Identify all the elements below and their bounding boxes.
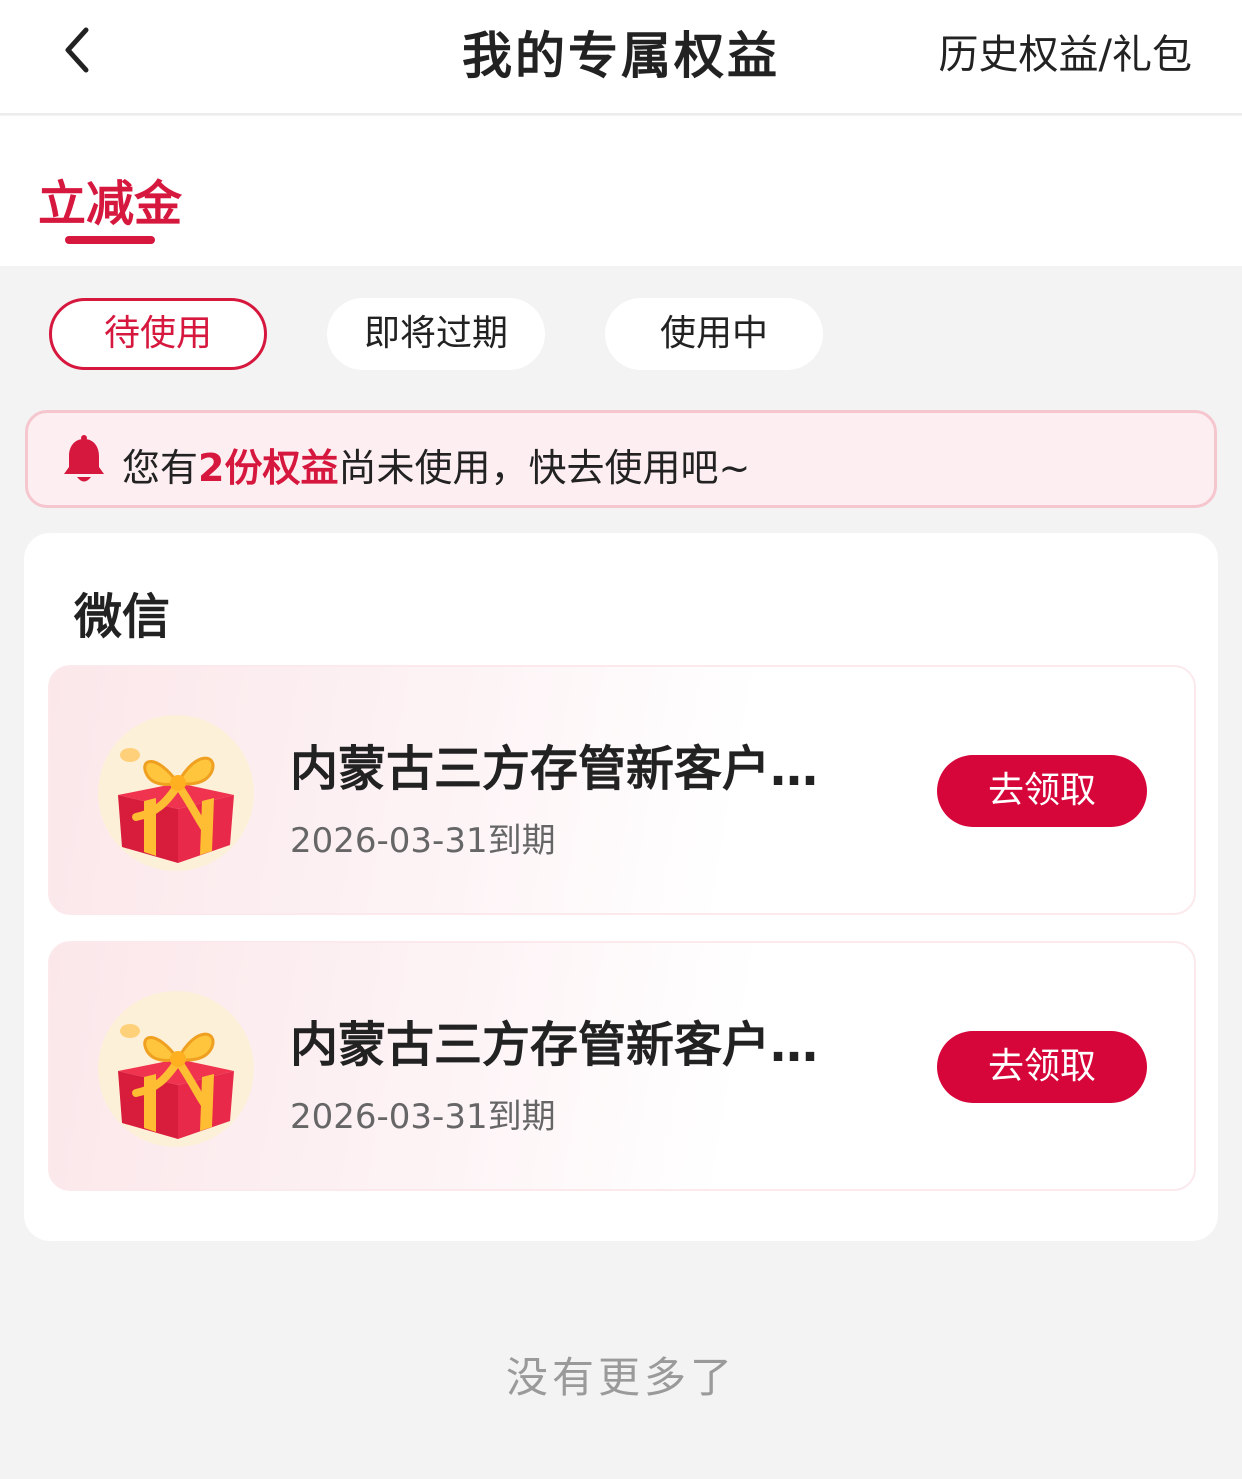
claim-button[interactable]: 去领取 [937,755,1147,827]
coupon-title: 内蒙古三方存管新客户5... [290,741,850,797]
history-benefits-link[interactable]: 历史权益/礼包 [939,22,1192,80]
coupon-item: 内蒙古三方存管新客户5... 2026-03-31到期 去领取 [48,665,1196,915]
filter-expiring-soon[interactable]: 即将过期 [327,298,545,370]
notice-highlight-count: 2份权益 [198,446,339,490]
active-tab-indicator [65,236,155,244]
coupon-title: 内蒙古三方存管新客户5... [290,1017,850,1073]
coupon-expiry-date: 2026-03-31到期 [290,821,556,861]
notice-text: 您有2份权益尚未使用，快去使用吧~ [122,437,750,492]
filter-pending-use[interactable]: 待使用 [49,298,267,370]
bell-icon [64,435,104,482]
gift-box-icon [98,715,254,871]
notice-prefix: 您有 [122,446,199,490]
no-more-text: 没有更多了 [505,1353,736,1402]
unused-benefits-notice: 您有2份权益尚未使用，快去使用吧~ [25,410,1217,508]
claim-button[interactable]: 去领取 [937,1031,1147,1103]
category-tabs: 立减金 [0,116,1242,266]
top-nav-bar: 我的专属权益 历史权益/礼包 [0,0,1242,115]
tab-instant-discount[interactable]: 立减金 [38,164,182,234]
section-title-wechat: 微信 [74,589,171,645]
coupon-item: 内蒙古三方存管新客户5... 2026-03-31到期 去领取 [48,941,1196,1191]
filter-in-use[interactable]: 使用中 [605,298,823,370]
gift-box-icon [98,991,254,1147]
coupon-expiry-date: 2026-03-31到期 [290,1097,556,1137]
notice-suffix: 尚未使用，快去使用吧~ [338,446,751,490]
benefits-card: 微信 内蒙古三方存管新客户5... 2026-03-31到期 去领取 内蒙古三方… [24,533,1218,1241]
status-filter-bar: 待使用 即将过期 使用中 [0,298,1242,372]
